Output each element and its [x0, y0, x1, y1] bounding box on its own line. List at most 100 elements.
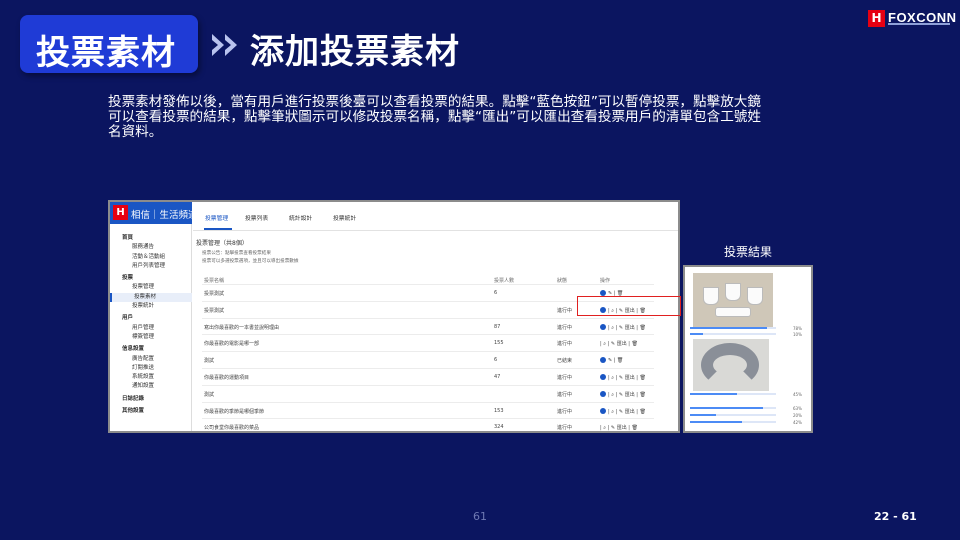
row-actions[interactable]: | ⌕ | ✎ 匯出 | 🗑	[600, 324, 660, 331]
vote-count: 47	[494, 373, 501, 380]
sidebar-item[interactable]: 活動＆活動組	[110, 253, 192, 262]
row-actions[interactable]: | ⌕ | ✎ 匯出 | 🗑	[600, 391, 660, 398]
sidebar-group[interactable]: 首頁	[110, 234, 192, 243]
sidebar-group[interactable]: 信息設置	[110, 345, 192, 354]
vote-count: 155	[494, 340, 504, 347]
pause-vote-icon[interactable]	[600, 408, 606, 415]
table-row: 寫出你最喜歡的一本書並說明理由 87 進行中 | ⌕ | ✎ 匯出 | 🗑	[202, 319, 654, 336]
app-brand: 相信｜生活頻道	[131, 210, 198, 221]
tip-line: 投票公告：點擊投票查看投票結果	[202, 251, 271, 256]
vote-count: 324	[494, 424, 504, 431]
sidebar-item[interactable]: 標簽管理	[110, 333, 192, 342]
result-bar-track	[690, 333, 776, 335]
active-tab-indicator	[204, 228, 232, 230]
result-bar-value: 10%	[793, 332, 802, 337]
column-header: 操作	[600, 278, 611, 284]
result-bar	[690, 327, 768, 329]
result-label: 投票結果	[724, 245, 773, 259]
vote-count: 153	[494, 407, 504, 414]
sidebar-item[interactable]: 用戶管理	[110, 324, 192, 333]
vote-name: 你最喜歡的運動項目	[204, 374, 250, 381]
result-bar-value: 45%	[793, 392, 802, 397]
sidebar-item[interactable]: 服務通告	[110, 243, 192, 252]
app-logo: H	[113, 205, 128, 220]
vote-status: 進行中	[557, 374, 573, 381]
tab-vote-list[interactable]: 投票列表	[245, 213, 268, 222]
vote-name: 你最喜歡的季節是哪個季節	[204, 408, 265, 415]
vote-status: 進行中	[557, 341, 573, 348]
sidebar-group[interactable]: 用戶	[110, 314, 192, 323]
pause-vote-icon[interactable]	[600, 324, 606, 331]
title-badge: 投票素材	[20, 15, 198, 73]
result-bar	[690, 421, 742, 423]
sidebar-group[interactable]: 日誌記錄	[110, 395, 192, 404]
vote-count: 6	[494, 290, 498, 296]
vote-status: 進行中	[557, 391, 573, 398]
table-row: 你最喜歡的運動項目 47 進行中 | ⌕ | ✎ 匯出 | 🗑	[202, 369, 654, 386]
page-reference: 22 - 61	[874, 510, 917, 523]
double-chevron-icon	[212, 34, 237, 56]
description-text: 投票素材發佈以後，當有用戶進行投票後臺可以查看投票的結果。點擊“藍色按鈕”可以暫…	[108, 94, 761, 140]
column-header: 狀態	[557, 278, 568, 284]
foxconn-logo: H FOXCONN	[868, 10, 956, 28]
vote-name: 投票測試	[204, 291, 225, 297]
sidebar-item[interactable]: 投票統計	[110, 302, 192, 311]
result-bar	[690, 333, 703, 335]
admin-screenshot: H 相信｜生活頻道 首頁 服務通告 活動＆活動組 用戶列表管理 投票 投票管理 投票素材 投票…	[108, 200, 680, 433]
app-sidebar: H 相信｜生活頻道 首頁 服務通告 活動＆活動組 用戶列表管理 投票 投票管理 投票素材 投票…	[110, 202, 198, 431]
column-header: 投票人數	[494, 278, 515, 284]
sidebar-item[interactable]: 投票管理	[110, 283, 192, 292]
vote-status: 進行中	[557, 324, 573, 331]
tab-stats-design[interactable]: 統計設計	[289, 213, 312, 222]
cup-shape	[703, 287, 719, 305]
cup-shape	[725, 283, 741, 301]
table-header: 投票名稱 投票人數 狀態 操作	[202, 272, 654, 285]
vote-count: 6	[494, 357, 498, 364]
row-actions[interactable]: | ⌕ | ✎ 匯出 | 🗑	[600, 408, 660, 415]
row-actions[interactable]: ✎ | 🗑	[600, 357, 660, 364]
sidebar-item[interactable]: 投票素材	[110, 292, 192, 303]
pause-vote-icon[interactable]	[600, 357, 606, 364]
table-row: 公司食堂你最喜歡的菜品 324 進行中 | ⌕ | ✎ 匯出 | 🗑	[202, 419, 654, 432]
pause-vote-icon[interactable]	[600, 374, 606, 381]
sidebar-menu: 首頁 服務通告 活動＆活動組 用戶列表管理 投票 投票管理 投票素材 投票統計用戶 用戶管理 標簽…	[110, 234, 192, 416]
tab-vote-manage[interactable]: 投票管理	[205, 213, 228, 222]
product-photo	[693, 339, 769, 391]
result-bar-value: 20%	[793, 413, 802, 418]
vote-result-screenshot: 78% 10% 45% 63% 20% 42%	[683, 265, 813, 433]
result-bar-value: 42%	[793, 420, 802, 425]
page-title: 投票素材	[36, 33, 176, 73]
cup-shape	[747, 287, 763, 305]
sidebar-item[interactable]: 通知設置	[110, 382, 192, 391]
result-bar	[690, 407, 764, 409]
sidebar-item[interactable]: 系統設置	[110, 373, 192, 382]
vote-name: 你最喜歡的電影是哪一部	[204, 341, 260, 348]
result-bar-value: 63%	[793, 406, 802, 411]
pause-vote-icon[interactable]	[600, 391, 606, 398]
vote-status: 進行中	[557, 408, 573, 415]
result-bar	[690, 414, 716, 416]
row-actions[interactable]: | ⌕ | ✎ 匯出 | 🗑	[600, 374, 660, 381]
table-row: 測試 進行中 | ⌕ | ✎ 匯出 | 🗑	[202, 386, 654, 403]
vote-status: 已結束	[557, 358, 573, 365]
column-header: 投票名稱	[204, 278, 225, 284]
pillow-shape	[701, 343, 759, 387]
vote-name: 投票測試	[204, 307, 225, 314]
vote-name: 測試	[204, 391, 215, 398]
vote-name: 公司食堂你最喜歡的菜品	[204, 425, 260, 432]
vote-status: 進行中	[557, 425, 573, 432]
vote-name: 測試	[204, 358, 215, 365]
sidebar-item[interactable]: 廣告配置	[110, 355, 192, 364]
table-row: 你最喜歡的季節是哪個季節 153 進行中 | ⌕ | ✎ 匯出 | 🗑	[202, 403, 654, 420]
row-actions[interactable]: | ⌕ | ✎ 匯出 | 🗑	[600, 424, 660, 431]
sidebar-group[interactable]: 其他設置	[110, 407, 192, 416]
box-shape	[715, 307, 751, 317]
app-tabs: 投票管理 投票列表 統計設計 投票統計	[193, 202, 678, 231]
sidebar-item[interactable]: 用戶列表管理	[110, 262, 192, 271]
sidebar-group[interactable]: 投票	[110, 274, 192, 283]
tab-vote-stats[interactable]: 投票統計	[333, 213, 356, 222]
logo-mark: H	[868, 10, 885, 27]
row-actions[interactable]: | ⌕ | ✎ 匯出 | 🗑	[600, 340, 660, 347]
sidebar-item[interactable]: 訂閱推送	[110, 364, 192, 373]
page-number: 61	[473, 510, 487, 523]
